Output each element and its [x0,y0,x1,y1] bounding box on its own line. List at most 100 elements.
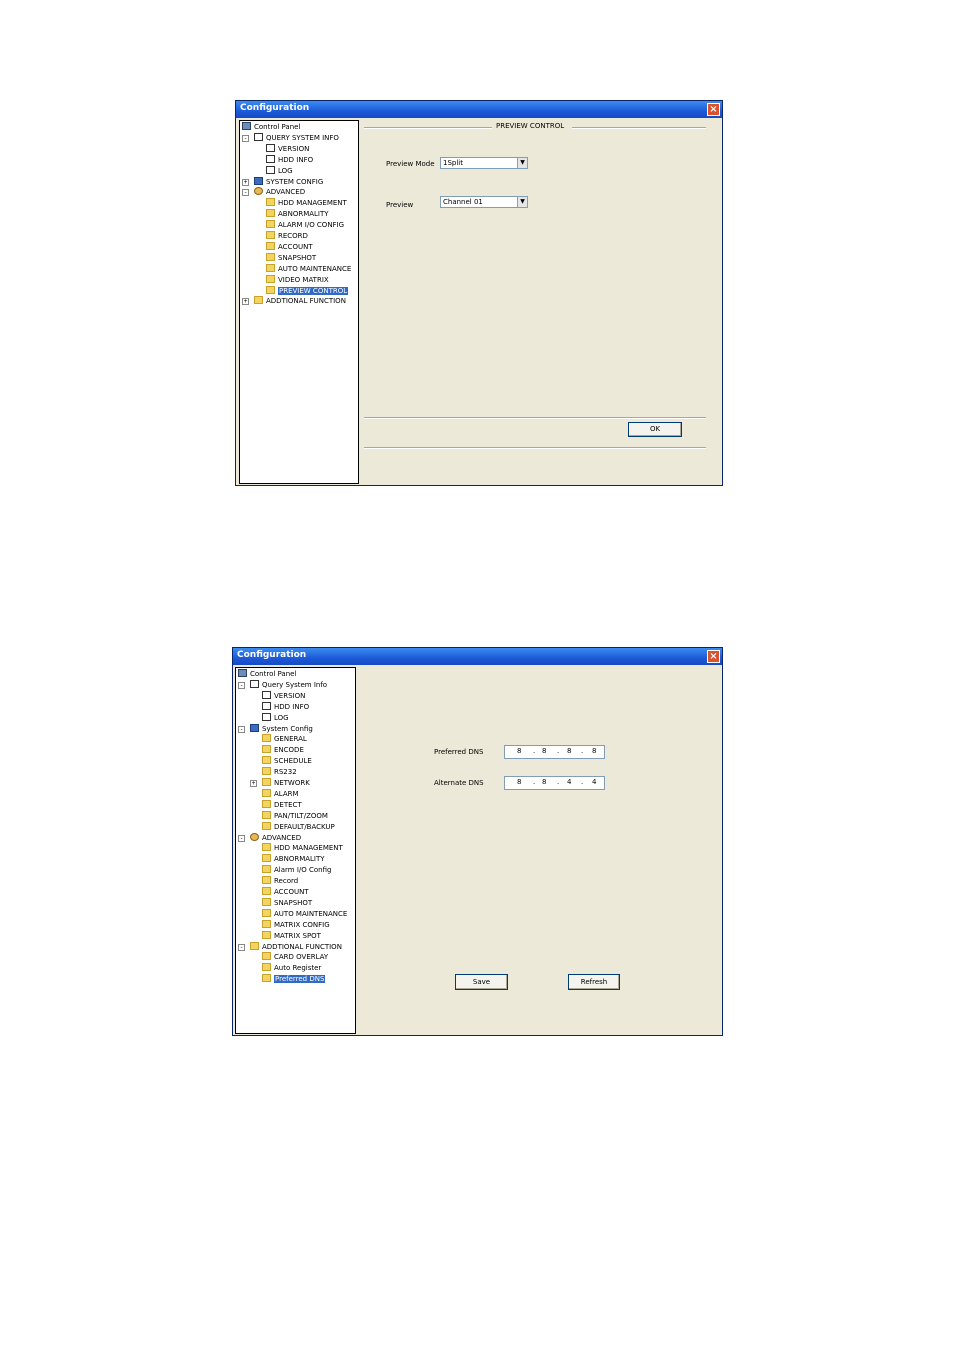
close-icon[interactable]: × [707,103,720,116]
tree-item-label: SYSTEM CONFIG [266,177,324,186]
tree-item[interactable]: HDD INFO [262,701,309,713]
system-icon [254,176,263,185]
preferred-dns-input[interactable]: 8 . 8 . 8 . 8 [504,745,605,759]
refresh-button[interactable]: Refresh [568,974,620,990]
tree-item-label: Record [274,877,299,886]
tree-item[interactable]: LOG [266,165,293,177]
tree-item[interactable]: SNAPSHOT [266,252,317,264]
tree-item[interactable]: ABNORMALITY [266,209,329,220]
tree-item[interactable]: ACCOUNT [262,887,309,898]
note-icon [262,701,271,710]
title-bar[interactable]: Configuration × [236,101,722,118]
preview-channel-value: Channel 01 [443,198,483,206]
tree-item[interactable]: ABNORMALITY [262,854,325,865]
tree-item[interactable]: Control Panel [238,669,296,680]
note-icon [262,690,271,699]
folder-icon [250,941,259,950]
tree-item[interactable]: GENERAL [262,734,307,745]
tree-item[interactable]: QUERY SYSTEM INFO [254,132,339,144]
folder-icon [262,756,271,765]
tree-item[interactable]: LOG [262,712,289,724]
expand-icon[interactable]: + [250,780,257,787]
tree-item[interactable]: ADVANCED [250,832,302,844]
section-divider [572,127,706,129]
close-icon[interactable]: × [707,650,720,663]
collapse-icon[interactable]: - [238,725,245,733]
tree-item[interactable]: VIDEO MATRIX [266,274,329,286]
tree-item-label: ACCOUNT [278,242,313,251]
expand-icon[interactable]: + [242,298,249,306]
collapse-icon[interactable]: - [242,189,249,197]
tree-item-label: ADVANCED [262,833,302,842]
configuration-window-preview: Configuration × Control Panel - QUERY SYST… [235,100,723,486]
tree-item[interactable]: AUTO MAINTENANCE [266,263,351,275]
ok-button[interactable]: OK [628,422,682,437]
tree-item-label: Query System Info [262,680,328,689]
folder-icon [262,810,271,819]
tree-item-label: CARD OVERLAY [274,953,329,962]
tree-item-label: MATRIX SPOT [274,931,321,940]
folder-icon [262,952,271,961]
tree-item[interactable]: Preferred DNS [262,974,326,985]
tree-item[interactable]: HDD INFO [266,154,313,166]
tree-item[interactable]: VERSION [266,143,309,155]
tree-item[interactable]: Record [262,876,298,887]
tree-item[interactable]: ALARM I/O CONFIG [266,220,344,231]
tree-item-label: PAN/TILT/ZOOM [274,811,328,820]
tree-item[interactable]: SNAPSHOT [262,897,312,909]
tree-item[interactable]: ENCODE [262,745,304,756]
tree-item-label: DETECT [274,800,302,809]
collapse-icon[interactable]: - [238,834,245,842]
tree-item-label: GENERAL [274,735,307,744]
tree-item[interactable]: RS232 [262,767,297,778]
tree-item[interactable]: ADDTIONAL FUNCTION [250,941,342,953]
tree-item[interactable]: Control Panel [242,122,300,133]
tree-item[interactable]: DETECT [262,799,302,811]
save-button[interactable]: Save [455,974,508,990]
tree-item[interactable]: NETWORK [262,778,310,789]
ip-dot: . [557,747,560,755]
tree-item[interactable]: SCHEDULE [262,756,312,767]
preview-channel-select[interactable]: Channel 01 ▼ [440,196,528,208]
tree-item[interactable]: ALARM [262,788,299,800]
folder-icon [266,198,275,207]
collapse-icon[interactable]: - [238,681,245,689]
folder-icon [266,263,275,272]
tree-item-label: SNAPSHOT [278,253,317,262]
tree-item[interactable]: Auto Register [262,963,321,974]
tree-item[interactable]: SYSTEM CONFIG [254,176,324,188]
folder-icon [266,241,275,250]
tree-item[interactable]: ADDTIONAL FUNCTION [254,296,346,307]
tree-item-label: SCHEDULE [274,757,312,766]
folder-icon [262,865,271,874]
preview-mode-select[interactable]: 1Split ▼ [440,157,528,169]
preview-mode-label: Preview Mode [386,160,435,168]
folder-icon [262,919,271,928]
tree-item[interactable]: CARD OVERLAY [262,952,328,963]
alternate-dns-input[interactable]: 8 . 8 . 4 . 4 [504,776,605,790]
tree-item[interactable]: RECORD [266,231,308,242]
tree-item[interactable]: AUTO MAINTENANCE [262,908,347,920]
tree-item[interactable]: HDD MANAGEMENT [266,198,347,209]
title-bar[interactable]: Configuration × [233,648,722,665]
tree-item[interactable]: HDD MANAGEMENT [262,843,343,854]
tree-item[interactable]: ADVANCED [254,187,305,198]
tree-item[interactable]: System Config [250,723,313,735]
tree-item[interactable]: MATRIX SPOT [262,930,321,942]
tree-item[interactable]: PREVIEW CONTROL [266,285,349,297]
tree-item[interactable]: DEFAULT/BACKUP [262,821,335,833]
chevron-down-icon[interactable]: ▼ [517,197,527,207]
tree-item[interactable]: Alarm I/O Config [262,865,331,876]
tree-item[interactable]: Query System Info [250,679,328,691]
tree-item[interactable]: MATRIX CONFIG [262,919,330,931]
preferred-dns-octet-4: 8 [592,747,597,755]
tree-item[interactable]: PAN/TILT/ZOOM [262,810,328,822]
collapse-icon[interactable]: - [242,134,249,142]
collapse-icon[interactable]: - [238,943,245,951]
tree-item[interactable]: ACCOUNT [266,241,313,253]
tree-item-label: RS232 [274,768,297,777]
tree-item[interactable]: VERSION [262,690,305,702]
expand-icon[interactable]: + [242,178,249,186]
chevron-down-icon[interactable]: ▼ [517,158,527,168]
window-title: Configuration [240,103,310,113]
